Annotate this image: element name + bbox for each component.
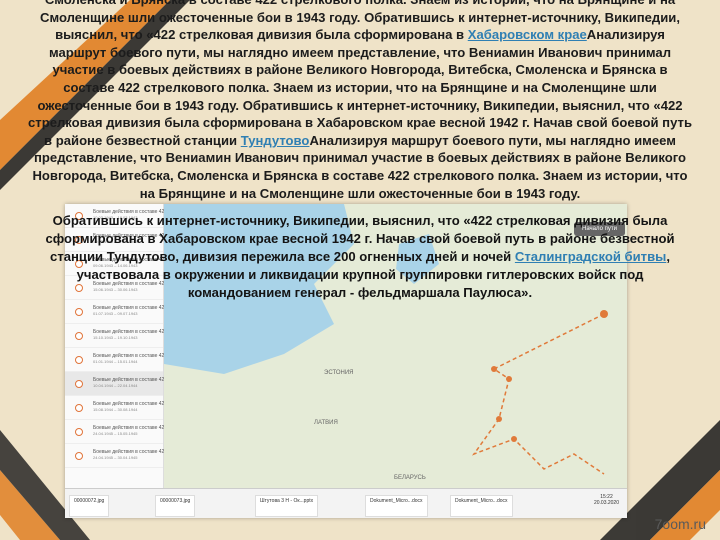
route-point-marker[interactable]: [506, 376, 512, 382]
route-item-date: 24.04.1945 – 15.05.1945: [93, 431, 138, 436]
map-label-belarus: БЕЛАРУСЬ: [394, 475, 426, 481]
route-point-icon: [75, 332, 83, 340]
route-point-icon: [75, 356, 83, 364]
windows-taskbar: 00000072.jpg 00000073.jpg Штутова 3 Н - …: [65, 488, 627, 518]
route-point-icon: [75, 428, 83, 436]
taskbar-item[interactable]: Штутова 3 Н - Ок...ррtx: [255, 495, 319, 517]
route-list-item[interactable]: Боевые действия в составе 422 ст 15.08.19…: [65, 396, 174, 420]
route-item-date: 15.10.1943 – 19.10.1943: [93, 335, 138, 340]
route-list-item[interactable]: Боевые действия в составе 422 ст 10.04.19…: [65, 372, 174, 396]
route-item-label: Боевые действия в составе 422 ст: [93, 425, 174, 431]
main-text-top: Смоленска и Брянска в составе 422 стрелк…: [28, 0, 692, 202]
route-point-icon: [75, 308, 83, 316]
route-list-item[interactable]: Боевые действия в составе 422 ст 15.10.19…: [65, 324, 174, 348]
route-item-label: Боевые действия в составе 422 ст: [93, 401, 174, 407]
route-list-item[interactable]: Боевые действия в составе 422 ст 24.04.19…: [65, 444, 174, 468]
main-text-bottom: Обратившись к интернет-источнику, Википе…: [28, 212, 692, 302]
route-point-icon: [75, 380, 83, 388]
route-item-date: 01.01.1944 – 15.01.1944: [93, 359, 138, 364]
route-list-item[interactable]: Боевые действия в составе 422 ст 01.01.19…: [65, 348, 174, 372]
link-stalingrad[interactable]: Сталинградской битвы: [515, 249, 666, 264]
taskbar-clock[interactable]: 15:22 20.03.2020: [594, 494, 619, 506]
taskbar-item[interactable]: 00000073.jpg: [155, 495, 196, 517]
route-point-icon: [75, 404, 83, 412]
route-point-marker[interactable]: [511, 436, 517, 442]
route-point-icon: [75, 452, 83, 460]
route-item-label: Боевые действия в составе 422 ст: [93, 329, 174, 335]
map-label-estonia: ЭСТОНИЯ: [324, 370, 354, 376]
link-tundutovo[interactable]: Тундутово: [241, 133, 310, 148]
route-list-item[interactable]: Боевые действия в составе 422 ст 24.04.19…: [65, 420, 174, 444]
route-point-marker[interactable]: [496, 416, 502, 422]
route-item-date: 10.04.1944 – 22.04.1944: [93, 383, 138, 388]
route-point-marker[interactable]: [491, 366, 497, 372]
route-item-date: 24.04.1945 – 30.04.1945: [93, 455, 138, 460]
route-list-item[interactable]: Боевые действия в составе 422 ст 01.07.19…: [65, 300, 173, 324]
clock-date: 20.03.2020: [593, 500, 619, 506]
link-khabarovsk[interactable]: Хабаровском крае: [468, 27, 587, 42]
taskbar-item[interactable]: Dokument_Micro...docx: [365, 495, 428, 517]
route-item-label: Боевые действия в составе 422 ст: [93, 449, 174, 455]
route-item-date: 15.08.1944 – 30.08.1944: [93, 407, 138, 412]
site-watermark: 7oom.ru: [654, 516, 706, 532]
route-item-label: Боевые действия в составе 422 ст: [93, 353, 174, 359]
route-start-marker[interactable]: [600, 310, 608, 318]
map-label-latvia: ЛАТВИЯ: [314, 420, 338, 426]
paragraph-text: Анализируя маршрут боевого пути, мы нагл…: [28, 27, 692, 148]
taskbar-item[interactable]: Dokument_Micro...docx: [450, 495, 513, 517]
taskbar-item[interactable]: 00000072.jpg: [69, 495, 110, 517]
route-item-date: 01.07.1943 – 09.07.1943: [93, 311, 138, 316]
route-item-label: Боевые действия в составе 422 ст: [93, 377, 174, 383]
